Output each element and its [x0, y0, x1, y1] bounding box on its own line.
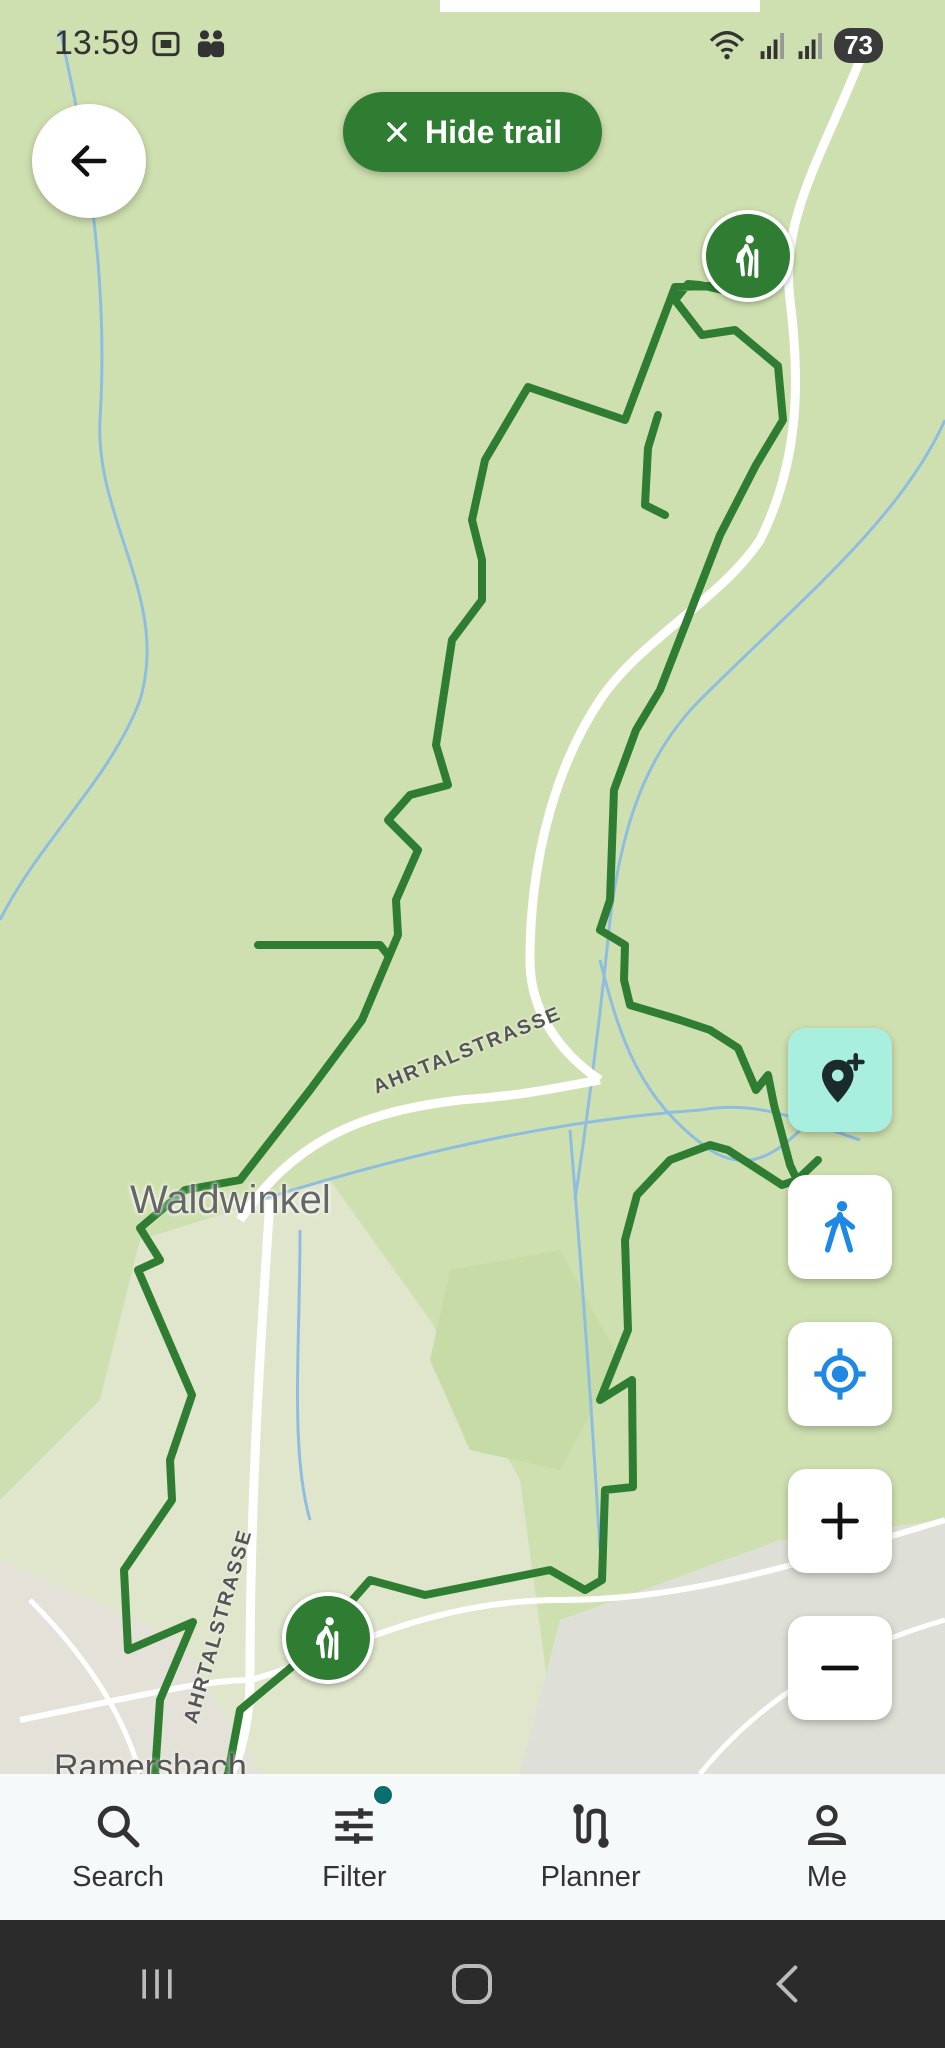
hiker-icon: [736, 235, 759, 278]
signal-icon: [798, 32, 823, 59]
zoom-out-button[interactable]: [788, 1616, 892, 1720]
battery-indicator: 73: [834, 28, 883, 63]
status-bar: 13:59 73: [0, 0, 945, 90]
zoom-out-icon: [821, 1665, 859, 1671]
screenshot-icon: [152, 31, 180, 57]
bottom-navigation: Search Filter Planner Me: [0, 1774, 945, 1920]
nav-planner[interactable]: Planner: [473, 1774, 709, 1920]
nav-search[interactable]: Search: [0, 1774, 236, 1920]
nav-me[interactable]: Me: [709, 1774, 945, 1920]
back-button[interactable]: [32, 104, 146, 218]
nav-filter-label: Filter: [322, 1860, 387, 1893]
person-icon: [807, 1804, 846, 1845]
search-icon: [97, 1805, 140, 1847]
recents-icon[interactable]: [135, 1962, 179, 2006]
walking-icon: [824, 1201, 856, 1253]
village-label: Ramersbach: [54, 1748, 247, 1774]
close-icon: [387, 122, 407, 142]
system-navigation-bar: [0, 1920, 945, 2048]
filter-badge: [372, 1784, 395, 1806]
hide-trail-label: Hide trail: [425, 113, 562, 150]
nav-me-label: Me: [806, 1860, 848, 1893]
nav-planner-label: Planner: [540, 1860, 641, 1893]
arrow-left-icon: [71, 145, 107, 177]
zoom-in-button[interactable]: [788, 1469, 892, 1573]
hide-trail-button[interactable]: Hide trail: [343, 92, 602, 172]
wifi-icon: [709, 30, 745, 59]
nav-filter[interactable]: Filter: [236, 1774, 472, 1920]
add-location-button[interactable]: [788, 1028, 892, 1132]
my-location-icon: [814, 1348, 866, 1400]
filter-icon: [335, 1807, 374, 1844]
zoom-in-icon: [821, 1502, 859, 1540]
trail-end-marker[interactable]: [282, 1592, 374, 1684]
home-icon[interactable]: [448, 1960, 496, 2008]
village-label: Waldwinkel: [130, 1178, 331, 1222]
nav-search-label: Search: [72, 1860, 165, 1893]
add-location-icon: [822, 1053, 865, 1103]
back-icon[interactable]: [766, 1962, 810, 2006]
hiker-icon: [316, 1617, 339, 1660]
status-time: 13:59: [54, 24, 140, 62]
my-location-button[interactable]: [788, 1322, 892, 1426]
route-icon: [572, 1803, 609, 1848]
signal-icon: [760, 32, 785, 59]
trail-start-marker[interactable]: [702, 210, 794, 302]
walking-mode-button[interactable]: [788, 1175, 892, 1279]
people-icon: [197, 30, 225, 58]
